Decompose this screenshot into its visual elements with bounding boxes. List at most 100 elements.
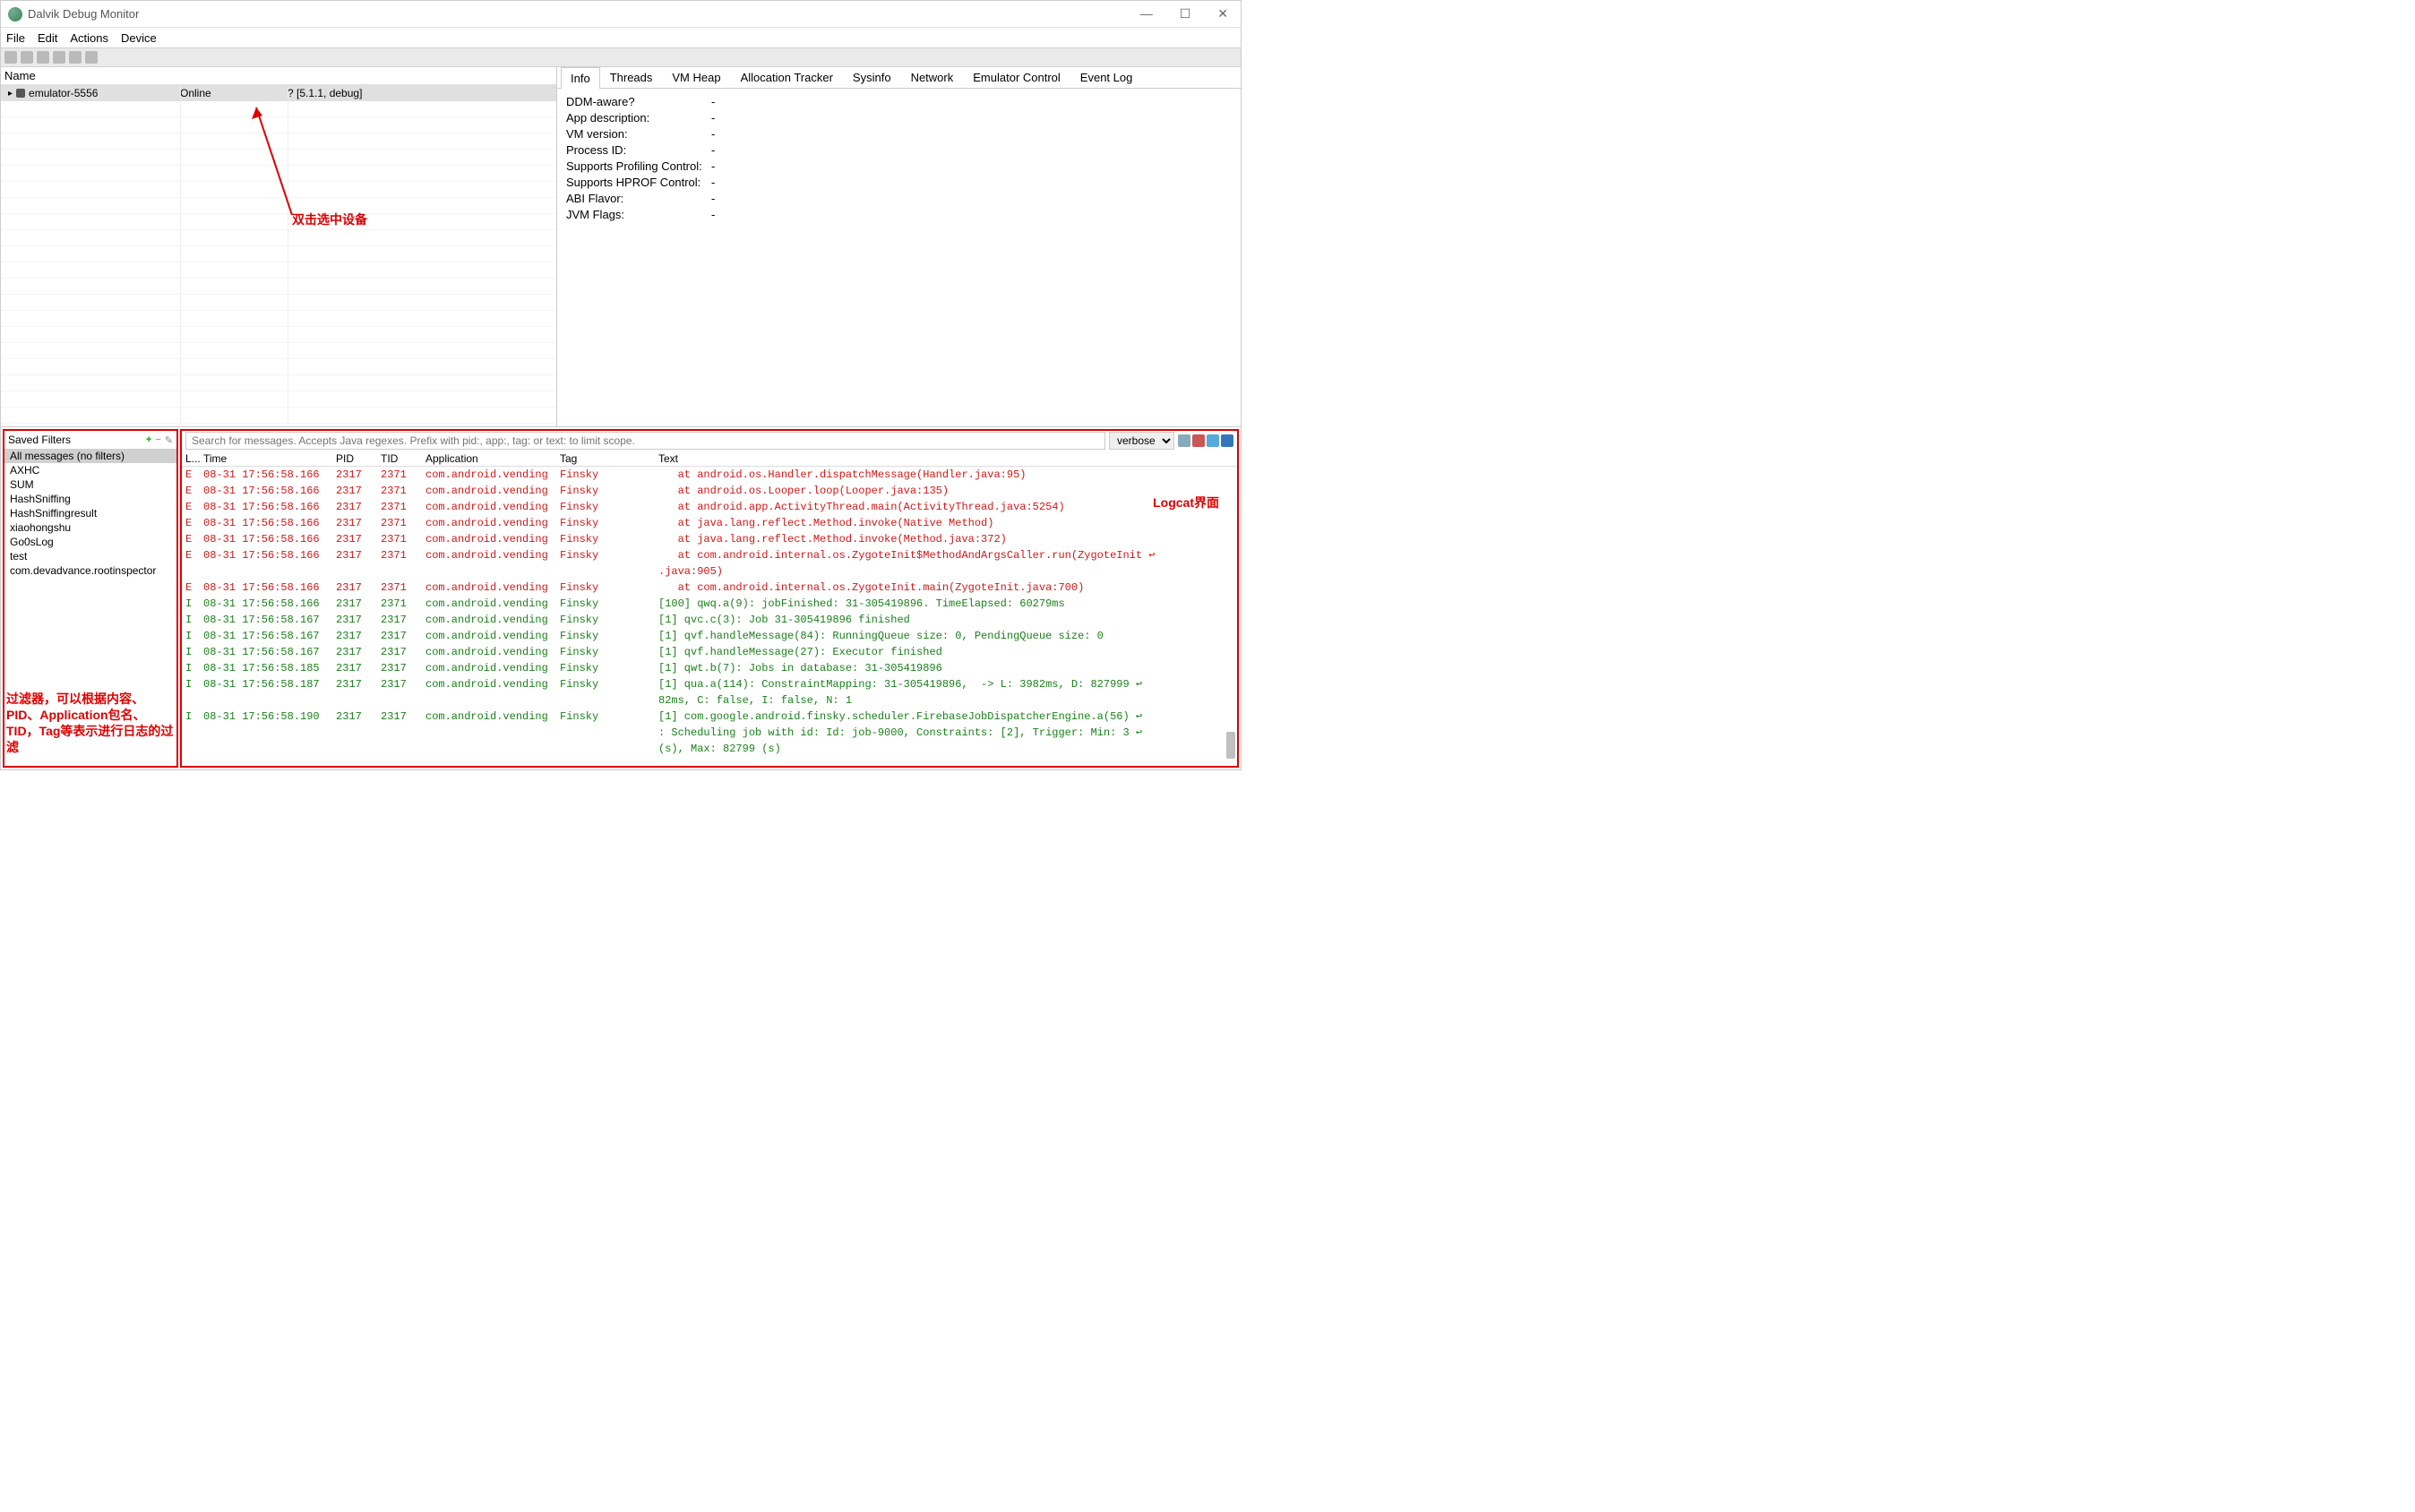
info-key: App description: (566, 110, 711, 126)
log-row[interactable]: E08-31 17:56:58.16623172371com.android.v… (182, 483, 1237, 499)
info-tab-info[interactable]: Info (561, 67, 600, 89)
log-row[interactable]: I08-31 17:56:58.16623172371com.android.v… (182, 596, 1237, 612)
info-tabs: InfoThreadsVM HeapAllocation TrackerSysi… (557, 67, 1241, 89)
log-level-select[interactable]: verbose (1109, 432, 1174, 450)
maximize-button[interactable]: ☐ (1174, 4, 1197, 23)
saved-filters-pane: Saved Filters + − ✎ All messages (no fil… (3, 429, 178, 768)
info-tab-vm-heap[interactable]: VM Heap (662, 66, 730, 88)
edit-filter-icon[interactable]: ✎ (165, 434, 173, 446)
log-row[interactable]: .java:905) (182, 563, 1237, 580)
minimize-button[interactable]: — (1135, 4, 1158, 23)
device-name: emulator-5556 (29, 87, 98, 99)
device-table-header: Name (1, 67, 556, 85)
info-row: VM version:- (566, 126, 1232, 142)
log-tool-icon-1[interactable] (1178, 434, 1190, 447)
toolbar-icon-5[interactable] (69, 51, 82, 64)
info-value: - (711, 142, 715, 159)
log-col-level[interactable]: L... (182, 452, 203, 465)
log-row[interactable]: I08-31 17:56:58.16723172317com.android.v… (182, 612, 1237, 628)
log-col-pid[interactable]: PID (336, 452, 381, 465)
info-body: DDM-aware?-App description:-VM version:-… (557, 89, 1241, 426)
device-table-body: ▸ emulator-5556 Online ? [5.1.1, debug] … (1, 85, 556, 426)
toolbar-icon-1[interactable] (4, 51, 17, 64)
info-row: ABI Flavor:- (566, 191, 1232, 207)
filter-item[interactable]: HashSniffingresult (4, 506, 176, 520)
logcat-pane: verbose L... Time PID TID Application Ta… (180, 429, 1239, 768)
info-value: - (711, 159, 715, 175)
info-row: Supports HPROF Control:- (566, 175, 1232, 191)
log-row[interactable]: I08-31 17:56:58.18523172317com.android.v… (182, 660, 1237, 676)
log-tool-icon-4[interactable] (1221, 434, 1233, 447)
filter-item[interactable]: xiaohongshu (4, 520, 176, 535)
log-row[interactable]: E08-31 17:56:58.16623172371com.android.v… (182, 499, 1237, 515)
app-icon (8, 7, 22, 21)
info-value: - (711, 126, 715, 142)
info-tab-allocation-tracker[interactable]: Allocation Tracker (731, 66, 843, 88)
info-key: Process ID: (566, 142, 711, 159)
menubar: File Edit Actions Device (1, 28, 1241, 47)
log-row[interactable]: I08-31 17:56:58.16723172317com.android.v… (182, 644, 1237, 660)
log-tool-icon-2[interactable] (1192, 434, 1205, 447)
log-row[interactable]: E08-31 17:56:58.16623172371com.android.v… (182, 580, 1237, 596)
info-row: DDM-aware?- (566, 94, 1232, 110)
menu-edit[interactable]: Edit (38, 31, 57, 45)
filter-item[interactable]: test (4, 549, 176, 563)
saved-filters-title: Saved Filters (8, 434, 71, 446)
log-col-text[interactable]: Text (658, 452, 1237, 465)
log-row[interactable]: I08-31 17:56:58.16723172317com.android.v… (182, 628, 1237, 644)
device-info: ? [5.1.1, debug] (288, 87, 556, 99)
log-row[interactable]: (s), Max: 82799 (s) (182, 741, 1237, 757)
info-value: - (711, 110, 715, 126)
log-row[interactable]: 82ms, C: false, I: false, N: 1 (182, 692, 1237, 709)
info-tab-network[interactable]: Network (901, 66, 964, 88)
filter-item[interactable]: SUM (4, 477, 176, 492)
info-pane: InfoThreadsVM HeapAllocation TrackerSysi… (556, 67, 1241, 426)
scrollbar-thumb[interactable] (1226, 732, 1235, 759)
menu-actions[interactable]: Actions (70, 31, 108, 45)
app-window: Dalvik Debug Monitor — ☐ ✕ File Edit Act… (0, 0, 1242, 770)
log-row[interactable]: E08-31 17:56:58.16623172371com.android.v… (182, 467, 1237, 483)
info-key: Supports HPROF Control: (566, 175, 711, 191)
titlebar: Dalvik Debug Monitor — ☐ ✕ (1, 1, 1241, 28)
info-key: ABI Flavor: (566, 191, 711, 207)
menu-file[interactable]: File (6, 31, 25, 45)
info-tab-event-log[interactable]: Event Log (1070, 66, 1143, 88)
info-tab-emulator-control[interactable]: Emulator Control (963, 66, 1070, 88)
window-title: Dalvik Debug Monitor (28, 7, 1135, 21)
info-row: JVM Flags:- (566, 207, 1232, 223)
log-scrollbar[interactable] (1225, 486, 1235, 760)
log-col-time[interactable]: Time (203, 452, 336, 465)
add-filter-icon[interactable]: + (146, 434, 151, 446)
log-col-tid[interactable]: TID (381, 452, 425, 465)
filter-item[interactable]: HashSniffing (4, 492, 176, 506)
log-row[interactable]: E08-31 17:56:58.16623172371com.android.v… (182, 547, 1237, 563)
remove-filter-icon[interactable]: − (155, 434, 160, 446)
close-button[interactable]: ✕ (1212, 4, 1233, 23)
toolbar-icon-2[interactable] (21, 51, 33, 64)
toolbar-icon-3[interactable] (37, 51, 49, 64)
filter-item[interactable]: Go0sLog (4, 535, 176, 549)
info-value: - (711, 191, 715, 207)
menu-device[interactable]: Device (121, 31, 157, 45)
info-tab-threads[interactable]: Threads (600, 66, 663, 88)
log-row[interactable]: I08-31 17:56:58.18723172317com.android.v… (182, 676, 1237, 692)
filter-item[interactable]: All messages (no filters) (4, 449, 176, 463)
device-row[interactable]: ▸ emulator-5556 Online ? [5.1.1, debug] (1, 85, 556, 101)
log-row[interactable]: E08-31 17:56:58.16623172371com.android.v… (182, 515, 1237, 531)
info-key: VM version: (566, 126, 711, 142)
info-row: Supports Profiling Control:- (566, 159, 1232, 175)
log-search-input[interactable] (185, 432, 1105, 450)
info-key: JVM Flags: (566, 207, 711, 223)
expand-icon[interactable]: ▸ (8, 89, 13, 99)
toolbar-icon-6[interactable] (85, 51, 98, 64)
filter-item[interactable]: com.devadvance.rootinspector (4, 563, 176, 578)
info-tab-sysinfo[interactable]: Sysinfo (843, 66, 901, 88)
log-row[interactable]: E08-31 17:56:58.16623172371com.android.v… (182, 531, 1237, 547)
filter-item[interactable]: AXHC (4, 463, 176, 477)
log-col-app[interactable]: Application (425, 452, 560, 465)
log-tool-icon-3[interactable] (1207, 434, 1219, 447)
log-col-tag[interactable]: Tag (560, 452, 658, 465)
log-row[interactable]: : Scheduling job with id: Id: job-9000, … (182, 725, 1237, 741)
toolbar-icon-4[interactable] (53, 51, 65, 64)
log-row[interactable]: I08-31 17:56:58.19023172317com.android.v… (182, 709, 1237, 725)
